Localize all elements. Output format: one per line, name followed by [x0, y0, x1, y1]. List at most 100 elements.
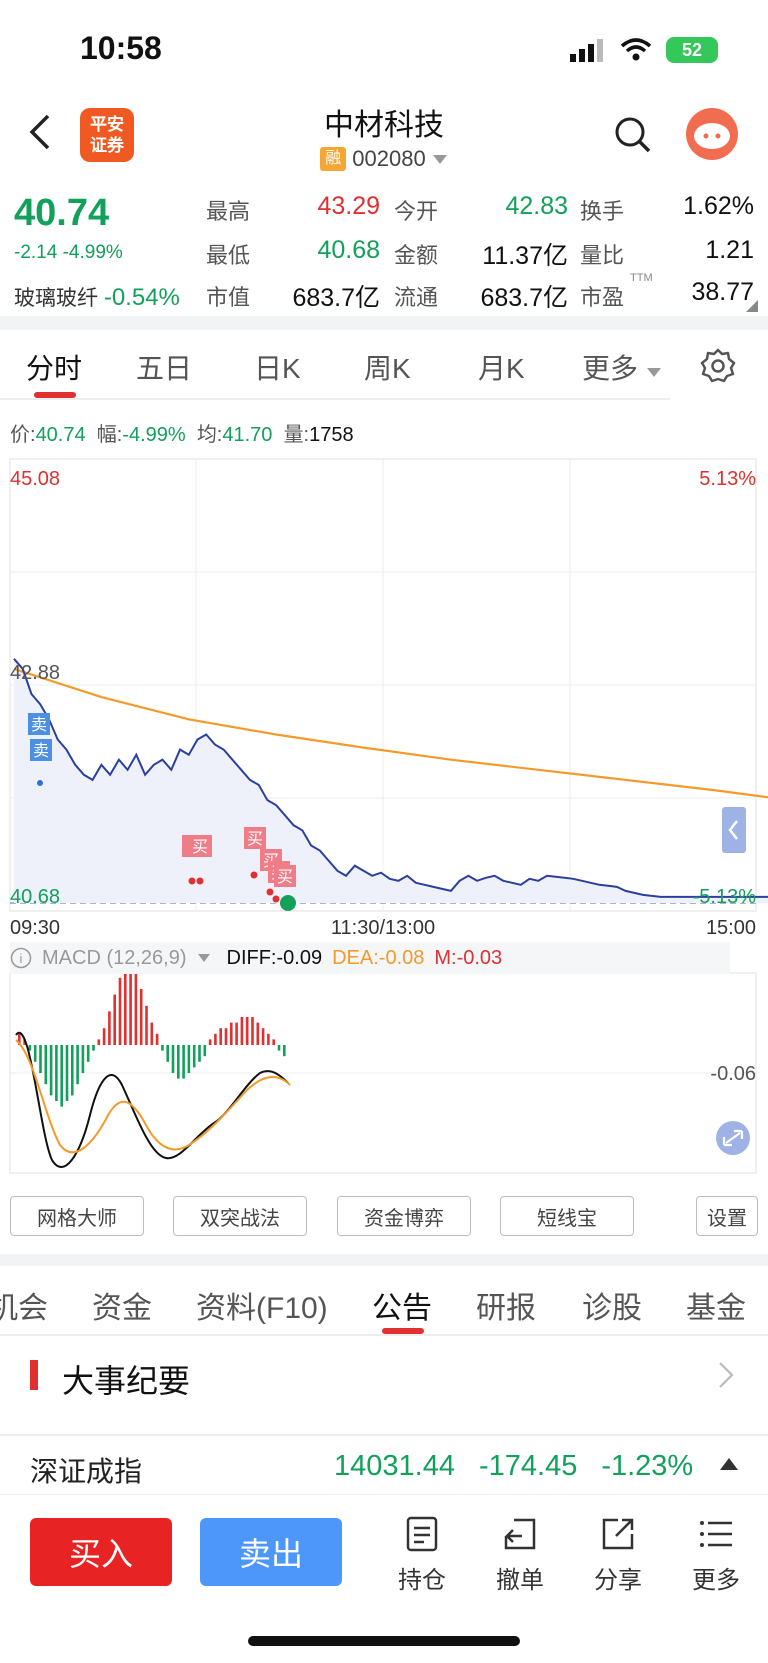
tab-opportunity[interactable]: 机会: [0, 1283, 48, 1327]
macd-bar: [76, 1045, 79, 1085]
sell-button[interactable]: 卖出: [200, 1518, 342, 1586]
stock-code-line[interactable]: 融 002080: [0, 146, 768, 172]
x-label-noon: 11:30/13:00: [331, 917, 435, 939]
macd-bar: [44, 1045, 48, 1085]
tab-five-day[interactable]: 五日: [136, 347, 192, 387]
short-term-button[interactable]: 短线宝: [500, 1196, 634, 1236]
macd-label: MACD (12,26,9): [42, 946, 187, 969]
amplitude-value: -4.99%: [122, 424, 186, 446]
y-label-high: 45.08: [10, 468, 60, 490]
side-panel-toggle[interactable]: [722, 807, 746, 853]
undo-box-icon: [504, 1518, 536, 1550]
more-label: 更多: [692, 1567, 740, 1594]
macd-bar: [118, 977, 122, 1045]
grid-master-button[interactable]: 网格大师: [10, 1196, 144, 1236]
open-value: 42.83: [505, 192, 568, 220]
macd-bar: [198, 1045, 201, 1062]
wifi-icon: [620, 38, 652, 61]
gear-icon[interactable]: [698, 346, 738, 386]
macd-header[interactable]: i MACD (12,26,9) DIFF:-0.09 DEA:-0.08 M:…: [10, 942, 730, 974]
settings-button[interactable]: 设置: [696, 1196, 758, 1236]
news-tab-divider: [0, 1334, 768, 1336]
macd-bar: [230, 1022, 233, 1045]
diff-value: -0.09: [276, 946, 323, 969]
low-label: 最低: [206, 243, 251, 268]
macd-bar: [192, 1045, 196, 1068]
assistant-avatar[interactable]: [686, 108, 738, 160]
amount-value: 11.37亿: [482, 242, 568, 270]
tab-more[interactable]: 更多: [582, 347, 662, 387]
y-label-low: 40.68: [10, 886, 60, 908]
index-pct: -1.23%: [601, 1450, 694, 1482]
pe-value: 38.77: [691, 278, 754, 306]
macd-bar: [224, 1028, 228, 1045]
sector-info[interactable]: 玻璃玻纤 -0.54%: [14, 282, 180, 312]
double-breakout-button[interactable]: 双突战法: [173, 1196, 307, 1236]
volume-ratio-value: 1.21: [705, 236, 754, 264]
tab-daily-k[interactable]: 日K: [254, 347, 301, 387]
expand-up-icon[interactable]: [720, 1458, 738, 1470]
holdings-button[interactable]: 持仓: [382, 1514, 462, 1595]
chevron-right-icon[interactable]: [716, 1360, 736, 1390]
open-label: 今开: [394, 199, 439, 224]
more-button[interactable]: 更多: [676, 1514, 756, 1595]
tab-announcement[interactable]: 公告: [372, 1283, 432, 1327]
macd-bar: [161, 1045, 164, 1051]
share-button[interactable]: 分享: [578, 1514, 658, 1595]
signal-icon: [570, 39, 603, 62]
m-label: M:: [434, 946, 457, 969]
info-icon[interactable]: i: [10, 947, 32, 969]
event-summary-title[interactable]: 大事纪要: [62, 1356, 190, 1402]
tab-weekly-k[interactable]: 周K: [364, 347, 411, 387]
tab-diagnosis[interactable]: 诊股: [582, 1283, 642, 1327]
amount-label: 金额: [394, 243, 439, 268]
buy-dot: [266, 888, 274, 896]
buy-marker-1-text: 买: [192, 838, 208, 856]
macd-bar: [33, 1045, 37, 1062]
macd-bar: [166, 1045, 169, 1062]
price-change: -2.14 -4.99%: [14, 242, 123, 263]
tab-monthly-k[interactable]: 月K: [478, 347, 525, 387]
tab-fund[interactable]: 基金: [686, 1283, 746, 1327]
intraday-chart[interactable]: 45.08 42.88 40.68 5.13% -5.13% 09:30 11:…: [0, 455, 768, 1185]
event-divider: [0, 1434, 768, 1436]
macd-bar: [124, 966, 127, 1045]
index-name: 深证成指: [30, 1456, 143, 1487]
macd-bar: [81, 1045, 85, 1073]
macd-bar: [267, 1033, 270, 1045]
divider-band: [0, 1254, 768, 1266]
search-icon[interactable]: [612, 114, 652, 154]
sector-change: -0.54%: [103, 284, 180, 311]
macd-bar: [240, 1017, 244, 1045]
caret-down-icon: [646, 368, 661, 377]
macd-bar: [177, 1045, 180, 1079]
expand-corner-icon[interactable]: [746, 300, 758, 312]
volume-label: 量:: [283, 424, 310, 446]
macd-bar: [92, 1045, 95, 1051]
x-label-close: 15:00: [706, 917, 756, 939]
price-value: 40.74: [35, 424, 86, 446]
macd-bar: [272, 1039, 275, 1045]
macd-bar: [256, 1022, 260, 1045]
tab-research[interactable]: 研报: [476, 1283, 536, 1327]
capital-game-button[interactable]: 资金博弈: [337, 1196, 471, 1236]
tab-intraday[interactable]: 分时: [26, 347, 82, 387]
market-cap-value: 683.7亿: [292, 284, 380, 312]
turnover-value: 1.62%: [683, 192, 754, 220]
y-label-pct-low: -5.13%: [693, 886, 757, 908]
macd-bar: [219, 1028, 222, 1045]
caret-down-icon: [197, 954, 210, 962]
buy-dot: [196, 877, 204, 885]
macd-bar: [97, 1039, 101, 1045]
macd-bar: [71, 1045, 74, 1096]
tab-divider: [0, 398, 670, 400]
volume-value: 1758: [309, 424, 354, 446]
share-label: 分享: [594, 1567, 642, 1594]
cancel-order-button[interactable]: 撤单: [480, 1514, 560, 1595]
buy-button[interactable]: 买入: [30, 1518, 172, 1586]
macd-histogram: [18, 961, 286, 1107]
macd-bar: [208, 1039, 212, 1045]
tab-f10[interactable]: 资料(F10): [196, 1283, 328, 1327]
tab-capital[interactable]: 资金: [92, 1283, 152, 1327]
status-time: 10:58: [80, 30, 162, 66]
